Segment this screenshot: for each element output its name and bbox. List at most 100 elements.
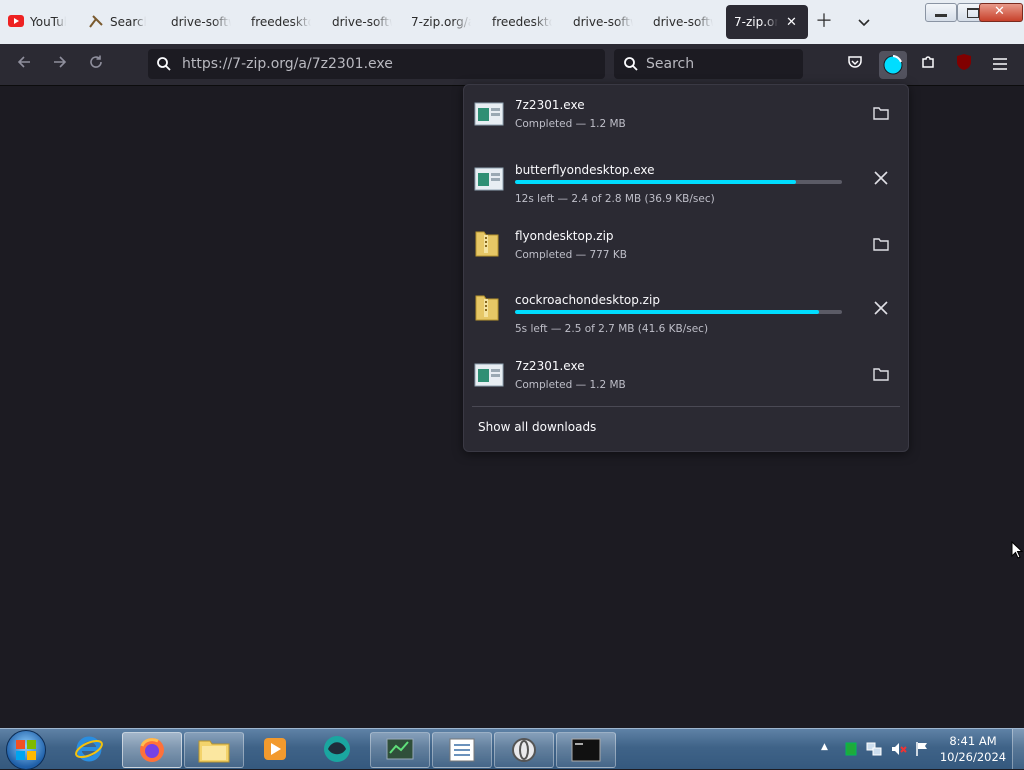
settings-taskbar-button[interactable] bbox=[494, 732, 554, 768]
cancel-download-icon[interactable] bbox=[869, 168, 893, 192]
url-bar[interactable]: https://7-zip.org/a/7z2301.exe bbox=[148, 49, 605, 79]
tab-strip: YouTube Search drive-software freedeskto… bbox=[0, 0, 1024, 44]
tab-youtube[interactable]: YouTube bbox=[8, 5, 70, 39]
taskbar: ▲ 8:41 AM 10/26/2024 bbox=[0, 728, 1024, 770]
media-player-icon bbox=[264, 738, 286, 760]
ublock-origin-button[interactable] bbox=[952, 53, 976, 77]
clock-date: 10/26/2024 bbox=[939, 750, 1007, 764]
puzzle-icon bbox=[922, 56, 934, 68]
tab-title: freedesktop bbox=[492, 15, 552, 29]
tab-drive-software-4[interactable]: drive-software bbox=[653, 5, 713, 39]
download-progress-bar bbox=[515, 310, 842, 314]
clock[interactable]: 8:41 AM 10/26/2024 bbox=[930, 733, 1016, 765]
download-progress-bar bbox=[515, 180, 842, 184]
internet-explorer-icon bbox=[75, 736, 103, 762]
tab-7zip-a[interactable]: 7-zip.org/a bbox=[411, 5, 471, 39]
folder-icon bbox=[198, 740, 230, 763]
command-prompt-icon bbox=[571, 738, 601, 762]
network-icon[interactable] bbox=[866, 741, 882, 760]
media-player-taskbar-button[interactable] bbox=[246, 732, 304, 766]
tab-freedesktop-1[interactable]: freedesktop bbox=[251, 5, 311, 39]
search-icon bbox=[156, 56, 172, 76]
youtube-icon bbox=[8, 14, 24, 30]
tab-title: drive-software bbox=[332, 15, 392, 29]
notepad-icon bbox=[449, 738, 475, 762]
open-folder-icon[interactable] bbox=[869, 364, 893, 388]
download-item[interactable]: 7z2301.exe Completed — 1.2 MB bbox=[464, 346, 908, 406]
firefox-icon bbox=[140, 738, 164, 762]
open-folder-icon[interactable] bbox=[869, 234, 893, 258]
tray-green-icon[interactable] bbox=[845, 742, 857, 759]
hamburger-icon bbox=[993, 58, 1007, 70]
download-filename: 7z2301.exe bbox=[515, 98, 585, 112]
downloads-button[interactable] bbox=[879, 51, 907, 79]
teal-app-icon bbox=[324, 736, 350, 762]
download-filename: butterflyondesktop.exe bbox=[515, 163, 655, 177]
download-item[interactable]: 7z2301.exe Completed — 1.2 MB bbox=[464, 85, 908, 145]
download-item[interactable]: butterflyondesktop.exe 12s left — 2.4 of… bbox=[464, 150, 908, 210]
tab-search[interactable]: Search bbox=[88, 5, 148, 39]
tab-drive-software-2[interactable]: drive-software bbox=[332, 5, 392, 39]
internet-explorer-taskbar-button[interactable] bbox=[60, 732, 118, 766]
task-manager-taskbar-button[interactable] bbox=[370, 732, 430, 768]
notepad-taskbar-button[interactable] bbox=[432, 732, 492, 768]
pocket-icon bbox=[848, 56, 862, 68]
tab-drive-software-3[interactable]: drive-software bbox=[573, 5, 633, 39]
download-progress-fill bbox=[515, 180, 797, 184]
search-placeholder: Search bbox=[646, 56, 695, 72]
search-favicon bbox=[88, 13, 104, 32]
download-item[interactable]: flyondesktop.zip Completed — 777 KB bbox=[464, 216, 908, 276]
exe-file-icon bbox=[474, 166, 504, 196]
app-menu-button[interactable] bbox=[988, 53, 1012, 77]
tab-freedesktop-2[interactable]: freedesktop bbox=[492, 5, 552, 39]
download-filename: cockroachondesktop.zip bbox=[515, 293, 660, 307]
close-tab-icon[interactable]: ✕ bbox=[786, 15, 797, 30]
action-center-flag-icon[interactable] bbox=[915, 741, 929, 760]
firefox-taskbar-button[interactable] bbox=[122, 732, 182, 768]
cancel-download-icon[interactable] bbox=[869, 298, 893, 322]
windows-logo-icon bbox=[16, 740, 36, 760]
back-button[interactable] bbox=[12, 53, 36, 77]
clock-time: 8:41 AM bbox=[949, 734, 997, 748]
tab-title: drive-software bbox=[171, 15, 231, 29]
open-folder-icon[interactable] bbox=[869, 103, 893, 127]
search-bar[interactable]: Search bbox=[614, 49, 803, 79]
command-prompt-taskbar-button[interactable] bbox=[556, 732, 616, 768]
tab-title: drive-software bbox=[653, 15, 713, 29]
download-progress-icon bbox=[883, 55, 903, 75]
download-item[interactable]: cockroachondesktop.zip 5s left — 2.5 of … bbox=[464, 280, 908, 340]
show-hidden-icons-button[interactable]: ▲ bbox=[821, 742, 828, 752]
chevron-down-icon bbox=[858, 19, 870, 27]
reload-button[interactable] bbox=[84, 53, 108, 77]
tab-drive-software-1[interactable]: drive-software bbox=[171, 5, 231, 39]
mouse-cursor-icon bbox=[1011, 540, 1024, 563]
forward-arrow-icon bbox=[54, 56, 67, 68]
tab-title: Search bbox=[110, 15, 146, 29]
tab-title: 7-zip.org/a bbox=[411, 15, 471, 29]
minimize-button[interactable] bbox=[925, 3, 957, 22]
downloads-panel: 7z2301.exe Completed — 1.2 MB butterflyo… bbox=[463, 84, 909, 452]
task-manager-icon bbox=[386, 738, 414, 760]
tab-title: drive-software bbox=[573, 15, 633, 29]
tab-7zip-active[interactable]: 7-zip.org ✕ bbox=[726, 5, 808, 39]
download-status: Completed — 777 KB bbox=[515, 249, 627, 261]
show-all-downloads-button[interactable]: Show all downloads bbox=[478, 420, 596, 434]
back-arrow-icon bbox=[17, 56, 30, 68]
show-desktop-button[interactable] bbox=[1012, 729, 1024, 769]
app-taskbar-button[interactable] bbox=[308, 732, 366, 766]
close-window-button[interactable]: ✕ bbox=[979, 3, 1023, 22]
search-icon bbox=[623, 56, 639, 76]
start-button[interactable] bbox=[6, 730, 46, 770]
tab-title: YouTube bbox=[30, 15, 66, 29]
forward-button[interactable] bbox=[48, 53, 72, 77]
file-explorer-taskbar-button[interactable] bbox=[184, 732, 244, 768]
extensions-button[interactable] bbox=[916, 53, 940, 77]
pocket-button[interactable] bbox=[843, 53, 867, 77]
tab-title: freedesktop bbox=[251, 15, 311, 29]
list-all-tabs-button[interactable] bbox=[852, 10, 876, 34]
url-text: https://7-zip.org/a/7z2301.exe bbox=[182, 56, 393, 72]
panel-divider bbox=[472, 406, 900, 407]
exe-file-icon bbox=[474, 101, 504, 131]
volume-muted-icon[interactable] bbox=[891, 741, 907, 760]
new-tab-button[interactable]: ＋ bbox=[812, 10, 836, 34]
